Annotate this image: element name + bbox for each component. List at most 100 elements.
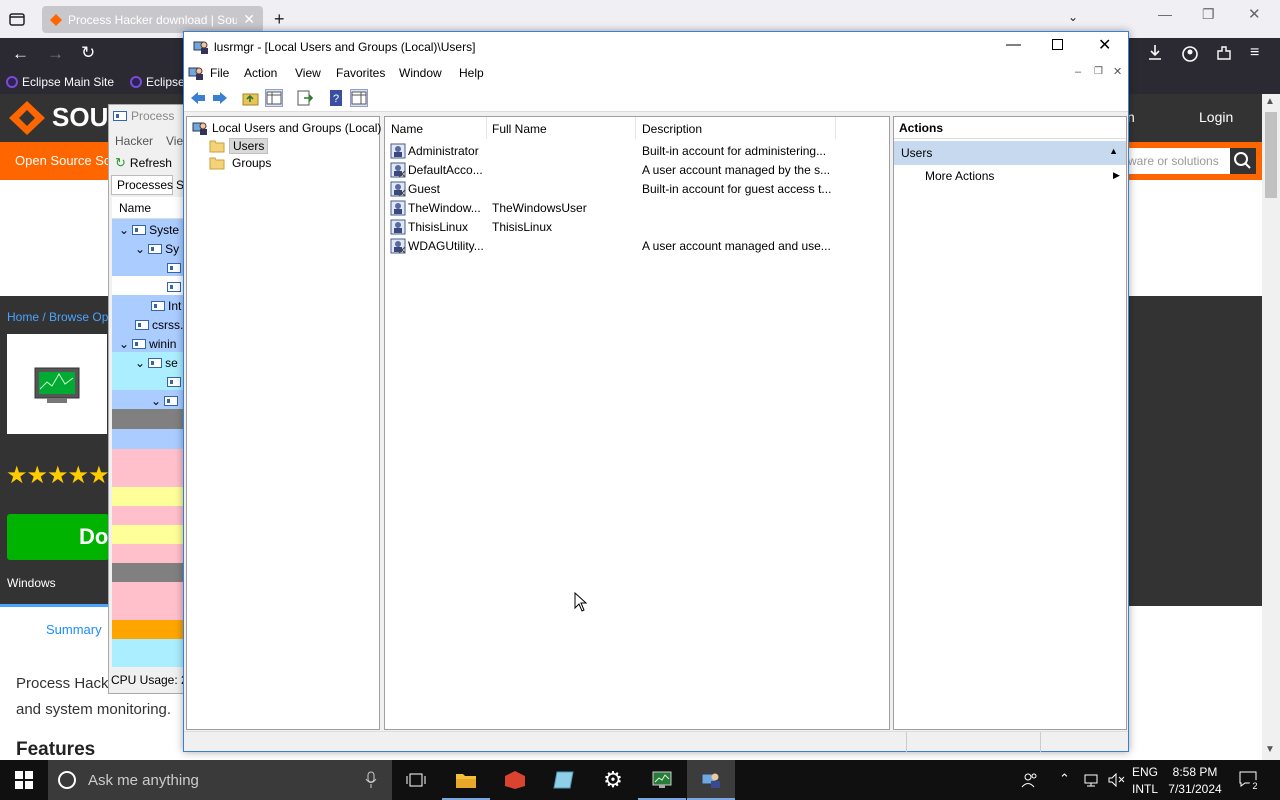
login-link[interactable]: Login — [1199, 109, 1233, 125]
browser-minimize-icon[interactable]: — — [1158, 6, 1172, 22]
close-icon[interactable]: ✕ — [1098, 35, 1111, 55]
new-tab-icon[interactable]: + — [274, 9, 285, 30]
cortana-search-box[interactable]: Ask me anything — [48, 760, 392, 800]
mmc-console-icon[interactable] — [188, 65, 204, 81]
ph-process-row[interactable]: ⌄ winin — [113, 334, 187, 353]
action-more-actions[interactable]: More Actions — [925, 169, 994, 183]
help-icon[interactable]: ? — [327, 89, 345, 107]
microphone-icon[interactable] — [365, 771, 377, 789]
site-logo-text[interactable]: SOU — [52, 102, 108, 133]
app-menu-icon[interactable]: ≡ — [1250, 44, 1259, 62]
export-list-icon[interactable] — [296, 89, 314, 107]
show-hide-action-pane-icon[interactable] — [350, 89, 368, 107]
browser-restore-icon[interactable]: ❐ — [1202, 6, 1215, 23]
start-button[interactable] — [0, 760, 48, 800]
ph-menu-view[interactable]: Vie — [166, 134, 183, 148]
people-icon[interactable] — [1008, 760, 1052, 800]
app-icon-red[interactable] — [491, 760, 539, 800]
user-row[interactable]: DefaultAcco... A user account managed by… — [389, 161, 889, 180]
user-row[interactable]: TheWindow... TheWindowsUser — [389, 199, 889, 218]
column-header-full-name[interactable]: Full Name — [492, 122, 547, 136]
ph-process-row[interactable] — [113, 277, 187, 296]
clock[interactable]: 8:58 PM 7/31/2024 — [1165, 765, 1225, 796]
scroll-thumb[interactable] — [1265, 112, 1277, 198]
app-icon-notepad[interactable] — [540, 760, 588, 800]
tree-root[interactable]: Local Users and Groups (Local) — [192, 120, 381, 136]
scroll-down-icon[interactable]: ▼ — [1265, 744, 1275, 755]
back-arrow-icon[interactable] — [189, 89, 207, 107]
reload-icon[interactable]: ↻ — [81, 43, 95, 63]
open-source-label[interactable]: Open Source So — [15, 153, 111, 168]
account-icon[interactable] — [1181, 45, 1199, 63]
ph-refresh-button[interactable]: ↻ Refresh — [115, 155, 172, 171]
ph-process-row[interactable]: csrss. — [113, 315, 187, 334]
ph-process-row[interactable]: ⌄ se — [113, 353, 187, 372]
bookmark-eclipse-main[interactable]: Eclipse Main Site — [6, 75, 114, 89]
scroll-up-icon[interactable]: ▲ — [1265, 96, 1275, 107]
ph-process-row[interactable]: Int — [113, 296, 187, 315]
menu-window[interactable]: Window — [399, 66, 442, 80]
process-hacker-window[interactable]: Process Hacker Vie ↻ Refresh Processes S… — [108, 104, 188, 694]
file-explorer-icon[interactable] — [442, 760, 490, 800]
download-button[interactable]: Do — [7, 514, 109, 560]
forward-arrow-icon[interactable] — [211, 89, 229, 107]
process-hacker-taskbar-icon[interactable] — [638, 760, 686, 800]
actions-section-users[interactable]: Users ▲ — [894, 141, 1126, 165]
user-row[interactable]: Administrator Built-in account for admin… — [389, 142, 889, 161]
network-icon[interactable] — [1083, 772, 1101, 788]
list-tabs-chevron-icon[interactable]: ⌄ — [1068, 10, 1078, 24]
users-list[interactable]: Name Full Name Description Administrator… — [384, 116, 890, 730]
user-row[interactable]: Guest Built-in account for guest access … — [389, 180, 889, 199]
show-hidden-icons-chevron-icon[interactable]: ⌃ — [1059, 771, 1070, 787]
collapse-triangle-icon[interactable]: ▲ — [1109, 146, 1118, 156]
browser-tab[interactable]: Process Hacker download | Sou ✕ — [42, 6, 263, 33]
child-close-icon[interactable]: ✕ — [1113, 65, 1122, 78]
menu-favorites[interactable]: Favorites — [336, 66, 385, 80]
language-indicator[interactable]: ENG INTL — [1132, 765, 1158, 796]
menu-action[interactable]: Action — [244, 66, 277, 80]
summary-tab[interactable]: Summary — [46, 622, 102, 637]
tab-overview-icon[interactable] — [8, 11, 26, 27]
child-minimize-icon[interactable]: – — [1075, 66, 1081, 78]
menu-help[interactable]: Help — [459, 66, 484, 80]
child-restore-icon[interactable]: ❐ — [1094, 66, 1103, 77]
column-header-name[interactable]: Name — [391, 122, 423, 136]
tree-item-groups[interactable]: Groups — [209, 156, 274, 170]
ph-process-row[interactable]: ⌄ Syste — [113, 220, 187, 239]
column-header-description[interactable]: Description — [642, 122, 702, 136]
ph-tab-processes[interactable]: Processes — [111, 175, 173, 195]
extensions-icon[interactable] — [1216, 45, 1232, 61]
browser-close-icon[interactable]: ✕ — [1248, 5, 1261, 23]
lusrmgr-window[interactable]: lusrmgr - [Local Users and Groups (Local… — [183, 31, 1129, 752]
menu-file[interactable]: File — [210, 66, 229, 80]
site-search-input[interactable]: ware or solutions — [1128, 148, 1230, 174]
ph-process-row[interactable] — [113, 372, 187, 391]
lusrmgr-taskbar-icon[interactable] — [687, 760, 735, 800]
volume-muted-icon[interactable] — [1107, 772, 1125, 788]
user-row[interactable]: ThisisLinux ThisisLinux — [389, 218, 889, 237]
downloads-icon[interactable] — [1147, 44, 1163, 62]
window-title-bar[interactable]: lusrmgr - [Local Users and Groups (Local… — [184, 32, 1128, 62]
tree-item-users[interactable]: Users — [209, 138, 269, 154]
forward-icon[interactable]: → — [47, 44, 64, 64]
settings-gear-icon[interactable]: ⚙ — [589, 760, 637, 800]
console-tree[interactable]: Local Users and Groups (Local) Users Gro… — [186, 116, 381, 730]
page-scrollbar[interactable]: ▲ ▼ — [1262, 94, 1280, 760]
maximize-icon[interactable] — [1052, 39, 1063, 50]
ph-menu-hacker[interactable]: Hacker — [115, 134, 153, 148]
breadcrumb[interactable]: Home / Browse Op — [7, 310, 108, 324]
ph-process-row[interactable]: ⌄ Sy — [113, 239, 187, 258]
sourceforge-logo-icon[interactable] — [8, 100, 46, 136]
task-view-icon[interactable] — [392, 760, 440, 800]
ph-process-row[interactable]: ⌄ — [113, 391, 187, 410]
close-tab-icon[interactable]: ✕ — [243, 11, 255, 28]
up-folder-icon[interactable] — [242, 89, 260, 107]
bookmark-eclipse[interactable]: Eclipse — [130, 75, 185, 89]
ph-process-row[interactable] — [113, 258, 187, 277]
minimize-icon[interactable]: — — [1006, 36, 1021, 53]
menu-view[interactable]: View — [295, 66, 321, 80]
ph-column-name[interactable]: Name — [112, 197, 187, 219]
show-hide-tree-icon[interactable] — [265, 89, 283, 107]
submenu-arrow-icon[interactable]: ▶ — [1113, 170, 1120, 181]
back-icon[interactable]: ← — [12, 44, 29, 64]
